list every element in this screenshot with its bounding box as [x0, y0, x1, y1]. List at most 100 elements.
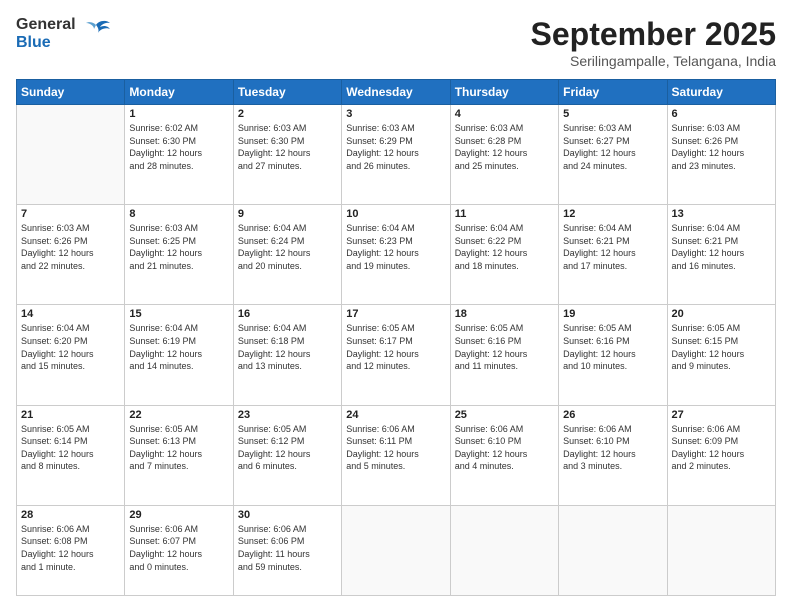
day-number: 9	[238, 208, 337, 220]
calendar: Sunday Monday Tuesday Wednesday Thursday…	[16, 79, 776, 596]
table-row: 12 Sunrise: 6:04 AM Sunset: 6:21 PM Dayli…	[559, 205, 667, 305]
day-number: 11	[455, 208, 554, 220]
day-info: Sunrise: 6:04 AM Sunset: 6:24 PM Dayligh…	[238, 222, 337, 272]
page: General Blue September 2025 Serilingampa…	[0, 0, 792, 612]
day-number: 21	[21, 409, 120, 421]
day-info: Sunrise: 6:04 AM Sunset: 6:22 PM Dayligh…	[455, 222, 554, 272]
day-number: 26	[563, 409, 662, 421]
table-row	[17, 105, 125, 205]
logo-bird-icon	[80, 17, 112, 47]
day-info: Sunrise: 6:03 AM Sunset: 6:30 PM Dayligh…	[238, 122, 337, 172]
table-row: 16 Sunrise: 6:04 AM Sunset: 6:18 PM Dayli…	[233, 305, 341, 405]
day-number: 30	[238, 509, 337, 521]
day-info: Sunrise: 6:06 AM Sunset: 6:10 PM Dayligh…	[563, 423, 662, 473]
day-number: 6	[672, 108, 771, 120]
day-info: Sunrise: 6:04 AM Sunset: 6:21 PM Dayligh…	[563, 222, 662, 272]
day-info: Sunrise: 6:05 AM Sunset: 6:16 PM Dayligh…	[563, 322, 662, 372]
day-info: Sunrise: 6:04 AM Sunset: 6:20 PM Dayligh…	[21, 322, 120, 372]
table-row: 30 Sunrise: 6:06 AM Sunset: 6:06 PM Dayli…	[233, 505, 341, 595]
day-number: 10	[346, 208, 445, 220]
day-info: Sunrise: 6:04 AM Sunset: 6:18 PM Dayligh…	[238, 322, 337, 372]
table-row: 9 Sunrise: 6:04 AM Sunset: 6:24 PM Daylig…	[233, 205, 341, 305]
logo-line2: Blue	[16, 34, 76, 52]
logo: General Blue	[16, 16, 112, 51]
table-row: 7 Sunrise: 6:03 AM Sunset: 6:26 PM Daylig…	[17, 205, 125, 305]
col-sunday: Sunday	[17, 80, 125, 105]
day-number: 5	[563, 108, 662, 120]
table-row: 6Sunrise: 6:03 AM Sunset: 6:26 PM Daylig…	[667, 105, 775, 205]
day-info: Sunrise: 6:06 AM Sunset: 6:10 PM Dayligh…	[455, 423, 554, 473]
table-row	[342, 505, 450, 595]
table-row: 15 Sunrise: 6:04 AM Sunset: 6:19 PM Dayli…	[125, 305, 233, 405]
day-number: 14	[21, 308, 120, 320]
table-row: 20Sunrise: 6:05 AM Sunset: 6:15 PM Dayli…	[667, 305, 775, 405]
day-info: Sunrise: 6:05 AM Sunset: 6:13 PM Dayligh…	[129, 423, 228, 473]
col-monday: Monday	[125, 80, 233, 105]
day-info: Sunrise: 6:03 AM Sunset: 6:26 PM Dayligh…	[21, 222, 120, 272]
day-number: 29	[129, 509, 228, 521]
day-info: Sunrise: 6:04 AM Sunset: 6:19 PM Dayligh…	[129, 322, 228, 372]
day-number: 1	[129, 108, 228, 120]
day-number: 25	[455, 409, 554, 421]
day-number: 24	[346, 409, 445, 421]
day-number: 16	[238, 308, 337, 320]
table-row: 10 Sunrise: 6:04 AM Sunset: 6:23 PM Dayli…	[342, 205, 450, 305]
table-row: 22 Sunrise: 6:05 AM Sunset: 6:13 PM Dayli…	[125, 405, 233, 505]
table-row: 27 Sunrise: 6:06 AM Sunset: 6:09 PM Dayli…	[667, 405, 775, 505]
table-row: 28Sunrise: 6:06 AM Sunset: 6:08 PM Dayli…	[17, 505, 125, 595]
day-info: Sunrise: 6:03 AM Sunset: 6:25 PM Dayligh…	[129, 222, 228, 272]
logo-line1: General	[16, 16, 76, 34]
table-row: 11 Sunrise: 6:04 AM Sunset: 6:22 PM Dayli…	[450, 205, 558, 305]
day-number: 4	[455, 108, 554, 120]
table-row	[667, 505, 775, 595]
header: General Blue September 2025 Serilingampa…	[16, 16, 776, 69]
table-row: 5 Sunrise: 6:03 AM Sunset: 6:27 PM Daylig…	[559, 105, 667, 205]
day-info: Sunrise: 6:04 AM Sunset: 6:23 PM Dayligh…	[346, 222, 445, 272]
day-number: 8	[129, 208, 228, 220]
day-info: Sunrise: 6:05 AM Sunset: 6:16 PM Dayligh…	[455, 322, 554, 372]
day-number: 7	[21, 208, 120, 220]
table-row: 3 Sunrise: 6:03 AM Sunset: 6:29 PM Daylig…	[342, 105, 450, 205]
table-row: 2 Sunrise: 6:03 AM Sunset: 6:30 PM Daylig…	[233, 105, 341, 205]
table-row: 24Sunrise: 6:06 AM Sunset: 6:11 PM Dayli…	[342, 405, 450, 505]
col-thursday: Thursday	[450, 80, 558, 105]
table-row: 14 Sunrise: 6:04 AM Sunset: 6:20 PM Dayli…	[17, 305, 125, 405]
table-row: 25 Sunrise: 6:06 AM Sunset: 6:10 PM Dayli…	[450, 405, 558, 505]
table-row: 21Sunrise: 6:05 AM Sunset: 6:14 PM Dayli…	[17, 405, 125, 505]
day-info: Sunrise: 6:05 AM Sunset: 6:12 PM Dayligh…	[238, 423, 337, 473]
day-info: Sunrise: 6:04 AM Sunset: 6:21 PM Dayligh…	[672, 222, 771, 272]
day-number: 12	[563, 208, 662, 220]
day-info: Sunrise: 6:06 AM Sunset: 6:07 PM Dayligh…	[129, 523, 228, 573]
day-number: 27	[672, 409, 771, 421]
day-info: Sunrise: 6:03 AM Sunset: 6:28 PM Dayligh…	[455, 122, 554, 172]
table-row: 17 Sunrise: 6:05 AM Sunset: 6:17 PM Dayli…	[342, 305, 450, 405]
day-number: 28	[21, 509, 120, 521]
table-row: 26 Sunrise: 6:06 AM Sunset: 6:10 PM Dayli…	[559, 405, 667, 505]
table-row	[450, 505, 558, 595]
day-info: Sunrise: 6:06 AM Sunset: 6:06 PM Dayligh…	[238, 523, 337, 573]
day-number: 18	[455, 308, 554, 320]
table-row: 13Sunrise: 6:04 AM Sunset: 6:21 PM Dayli…	[667, 205, 775, 305]
table-row: 18 Sunrise: 6:05 AM Sunset: 6:16 PM Dayli…	[450, 305, 558, 405]
col-friday: Friday	[559, 80, 667, 105]
table-row: 29 Sunrise: 6:06 AM Sunset: 6:07 PM Dayli…	[125, 505, 233, 595]
table-row: 4 Sunrise: 6:03 AM Sunset: 6:28 PM Daylig…	[450, 105, 558, 205]
day-info: Sunrise: 6:05 AM Sunset: 6:17 PM Dayligh…	[346, 322, 445, 372]
col-saturday: Saturday	[667, 80, 775, 105]
day-info: Sunrise: 6:06 AM Sunset: 6:09 PM Dayligh…	[672, 423, 771, 473]
table-row: 1 Sunrise: 6:02 AM Sunset: 6:30 PM Daylig…	[125, 105, 233, 205]
title-section: September 2025 Serilingampalle, Telangan…	[531, 16, 776, 69]
day-info: Sunrise: 6:05 AM Sunset: 6:15 PM Dayligh…	[672, 322, 771, 372]
day-info: Sunrise: 6:03 AM Sunset: 6:29 PM Dayligh…	[346, 122, 445, 172]
day-number: 17	[346, 308, 445, 320]
day-number: 22	[129, 409, 228, 421]
day-number: 2	[238, 108, 337, 120]
table-row	[559, 505, 667, 595]
day-number: 23	[238, 409, 337, 421]
day-info: Sunrise: 6:03 AM Sunset: 6:27 PM Dayligh…	[563, 122, 662, 172]
calendar-header-row: Sunday Monday Tuesday Wednesday Thursday…	[17, 80, 776, 105]
day-number: 3	[346, 108, 445, 120]
day-number: 15	[129, 308, 228, 320]
col-wednesday: Wednesday	[342, 80, 450, 105]
day-info: Sunrise: 6:02 AM Sunset: 6:30 PM Dayligh…	[129, 122, 228, 172]
